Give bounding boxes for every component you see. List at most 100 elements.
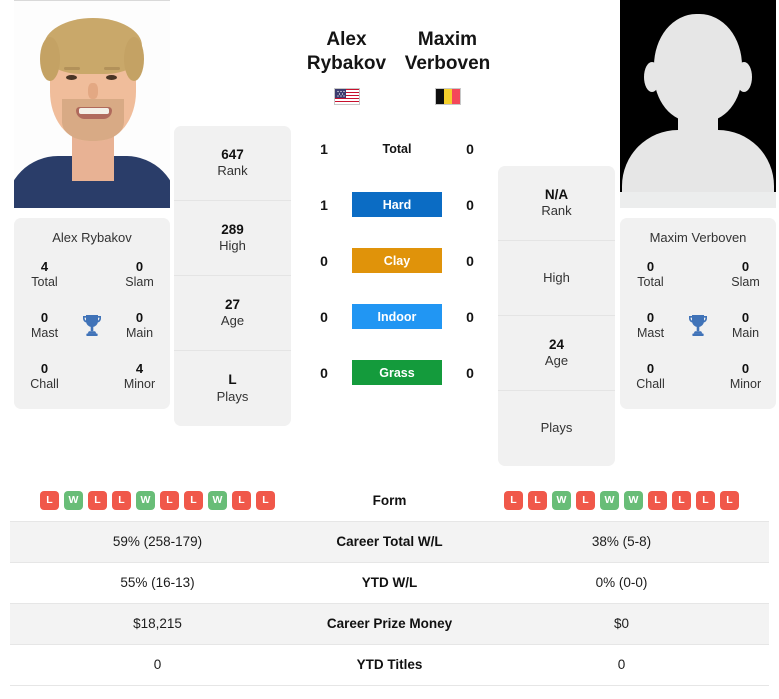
left-titles-total: 4 Total	[14, 259, 75, 291]
surface-badge-total: Total	[382, 141, 412, 156]
left-high-label: High	[219, 238, 246, 254]
right-titles-mast-value: 0	[646, 309, 655, 325]
right-player-flag-row	[397, 87, 498, 105]
table-row-ytd-titles: 0 YTD Titles 0	[10, 644, 769, 685]
right-titles-slam-label: Slam	[731, 275, 760, 290]
left-age-value: 27	[224, 296, 241, 312]
right-titles-slam-value: 0	[741, 259, 750, 274]
surface-row-grass: 0 Grass 0	[296, 345, 498, 401]
left-titles-main-label: Main	[125, 326, 154, 341]
form-badge-l: L	[576, 490, 595, 510]
surface-row-indoor: 0 Indoor 0	[296, 289, 498, 345]
form-badge-l: L	[528, 490, 547, 510]
right-career-total-wl: 38% (5-8)	[591, 534, 652, 549]
ytd-titles-label: YTD Titles	[356, 657, 423, 672]
left-ytd-titles: 0	[153, 657, 162, 672]
surface-row-clay: 0 Clay 0	[296, 233, 498, 289]
right-player-profile-column: N/A Rank High 24 Age Plays	[498, 0, 620, 466]
left-plays-row: L Plays	[174, 351, 291, 426]
left-rank-label: Rank	[217, 163, 248, 179]
right-titles-minor-label: Minor	[729, 377, 762, 391]
ytd-wl-label: YTD W/L	[361, 575, 418, 590]
left-high-row: 289 High	[174, 201, 291, 276]
right-player-column: Maxim Verboven 0 Total 0 Slam 0 Mast 0 M…	[620, 0, 779, 409]
form-badge-l: L	[184, 490, 203, 510]
left-total-wins: 1	[320, 140, 328, 157]
right-rank-row: N/A Rank	[498, 166, 615, 241]
left-titles-chall-label: Chall	[30, 377, 59, 391]
right-ytd-wl: 0% (0-0)	[595, 575, 648, 590]
trophy-icon-svg	[689, 315, 707, 337]
form-badge-l: L	[672, 490, 691, 510]
comparison-header: Alex Rybakov 4 Total 0 Slam 0 Mast 0 Mai…	[0, 0, 779, 466]
form-badge-l: L	[648, 490, 667, 510]
right-age-row: 24 Age	[498, 316, 615, 391]
right-titles-main-label: Main	[731, 326, 760, 341]
form-badge-w: W	[136, 490, 155, 510]
form-badge-w: W	[64, 490, 83, 510]
right-titles-total-value: 0	[646, 259, 655, 274]
us-flag-icon	[333, 87, 360, 105]
left-titles-mast-label: Mast	[30, 326, 59, 341]
table-row-ytd-wl: 55% (16-13) YTD W/L 0% (0-0)	[10, 562, 769, 603]
left-grass-wins: 0	[320, 364, 328, 381]
form-badge-w: W	[624, 490, 643, 510]
be-flag-icon	[434, 87, 461, 105]
right-form-strip: LLWLWWLLLL	[474, 490, 769, 510]
right-total-wins: 0	[466, 140, 474, 157]
form-badge-l: L	[696, 490, 715, 510]
right-player-photo-placeholder	[620, 0, 776, 208]
left-titles-slam: 0 Slam	[109, 259, 170, 291]
right-rank-value: N/A	[544, 186, 569, 202]
left-player-photo	[14, 0, 170, 208]
form-badge-l: L	[88, 490, 107, 510]
right-plays-label: Plays	[540, 420, 573, 436]
right-ytd-titles: 0	[617, 657, 626, 672]
left-titles-minor-label: Minor	[123, 377, 156, 391]
trophy-icon	[75, 313, 109, 338]
right-hard-wins: 0	[466, 196, 474, 213]
center-column: Alex Rybakov Maxim Verboven 1 Total 0 1 …	[296, 0, 498, 401]
right-clay-wins: 0	[466, 252, 474, 269]
left-titles-main: 0 Main	[109, 310, 170, 342]
left-titles-minor-value: 4	[135, 360, 144, 376]
left-hard-wins: 1	[320, 196, 328, 213]
left-age-label: Age	[220, 313, 245, 329]
right-form-cell: LLWLWWLLLL	[474, 480, 769, 521]
right-player-name: Maxim Verboven	[404, 29, 491, 74]
right-titles-chall-value: 0	[646, 360, 655, 376]
surface-badge-indoor: Indoor	[352, 304, 442, 329]
left-rank-row: 647 Rank	[174, 126, 291, 201]
form-badge-w: W	[552, 490, 571, 510]
left-rank-value: 647	[221, 146, 244, 162]
surface-badge-clay: Clay	[352, 248, 442, 273]
right-titles-chall: 0 Chall	[620, 361, 681, 393]
right-titles-slam: 0 Slam	[715, 259, 776, 291]
right-indoor-wins: 0	[466, 308, 474, 325]
form-badge-l: L	[112, 490, 131, 510]
right-titles-chall-label: Chall	[636, 377, 665, 391]
left-titles-slam-label: Slam	[125, 275, 154, 290]
table-row-career-total-wl: 59% (258-179) Career Total W/L 38% (5-8)	[10, 521, 769, 562]
left-career-prize-money: $18,215	[133, 616, 182, 631]
right-titles-main-value: 0	[741, 309, 750, 325]
right-age-label: Age	[544, 353, 569, 369]
left-player-name: Alex Rybakov	[306, 29, 387, 74]
left-clay-wins: 0	[320, 252, 328, 269]
left-age-row: 27 Age	[174, 276, 291, 351]
surface-badge-grass: Grass	[352, 360, 442, 385]
left-titles-total-value: 4	[40, 259, 49, 274]
form-badge-l: L	[160, 490, 179, 510]
form-badge-l: L	[720, 490, 739, 510]
right-titles-total-label: Total	[637, 275, 664, 290]
left-plays-value: L	[228, 372, 237, 388]
right-profile-card: N/A Rank High 24 Age Plays	[498, 166, 615, 466]
left-titles-total-label: Total	[31, 275, 58, 290]
right-age-value: 24	[548, 336, 565, 352]
form-badge-l: L	[40, 490, 59, 510]
left-player-flag-row	[296, 87, 397, 105]
right-titles-total: 0 Total	[620, 259, 681, 291]
table-row-form: LWLLWLLWLL Form LLWLWWLLLL	[10, 480, 769, 521]
career-total-wl-label: Career Total W/L	[336, 534, 443, 549]
player-comparison-page: Alex Rybakov 4 Total 0 Slam 0 Mast 0 Mai…	[0, 0, 779, 699]
